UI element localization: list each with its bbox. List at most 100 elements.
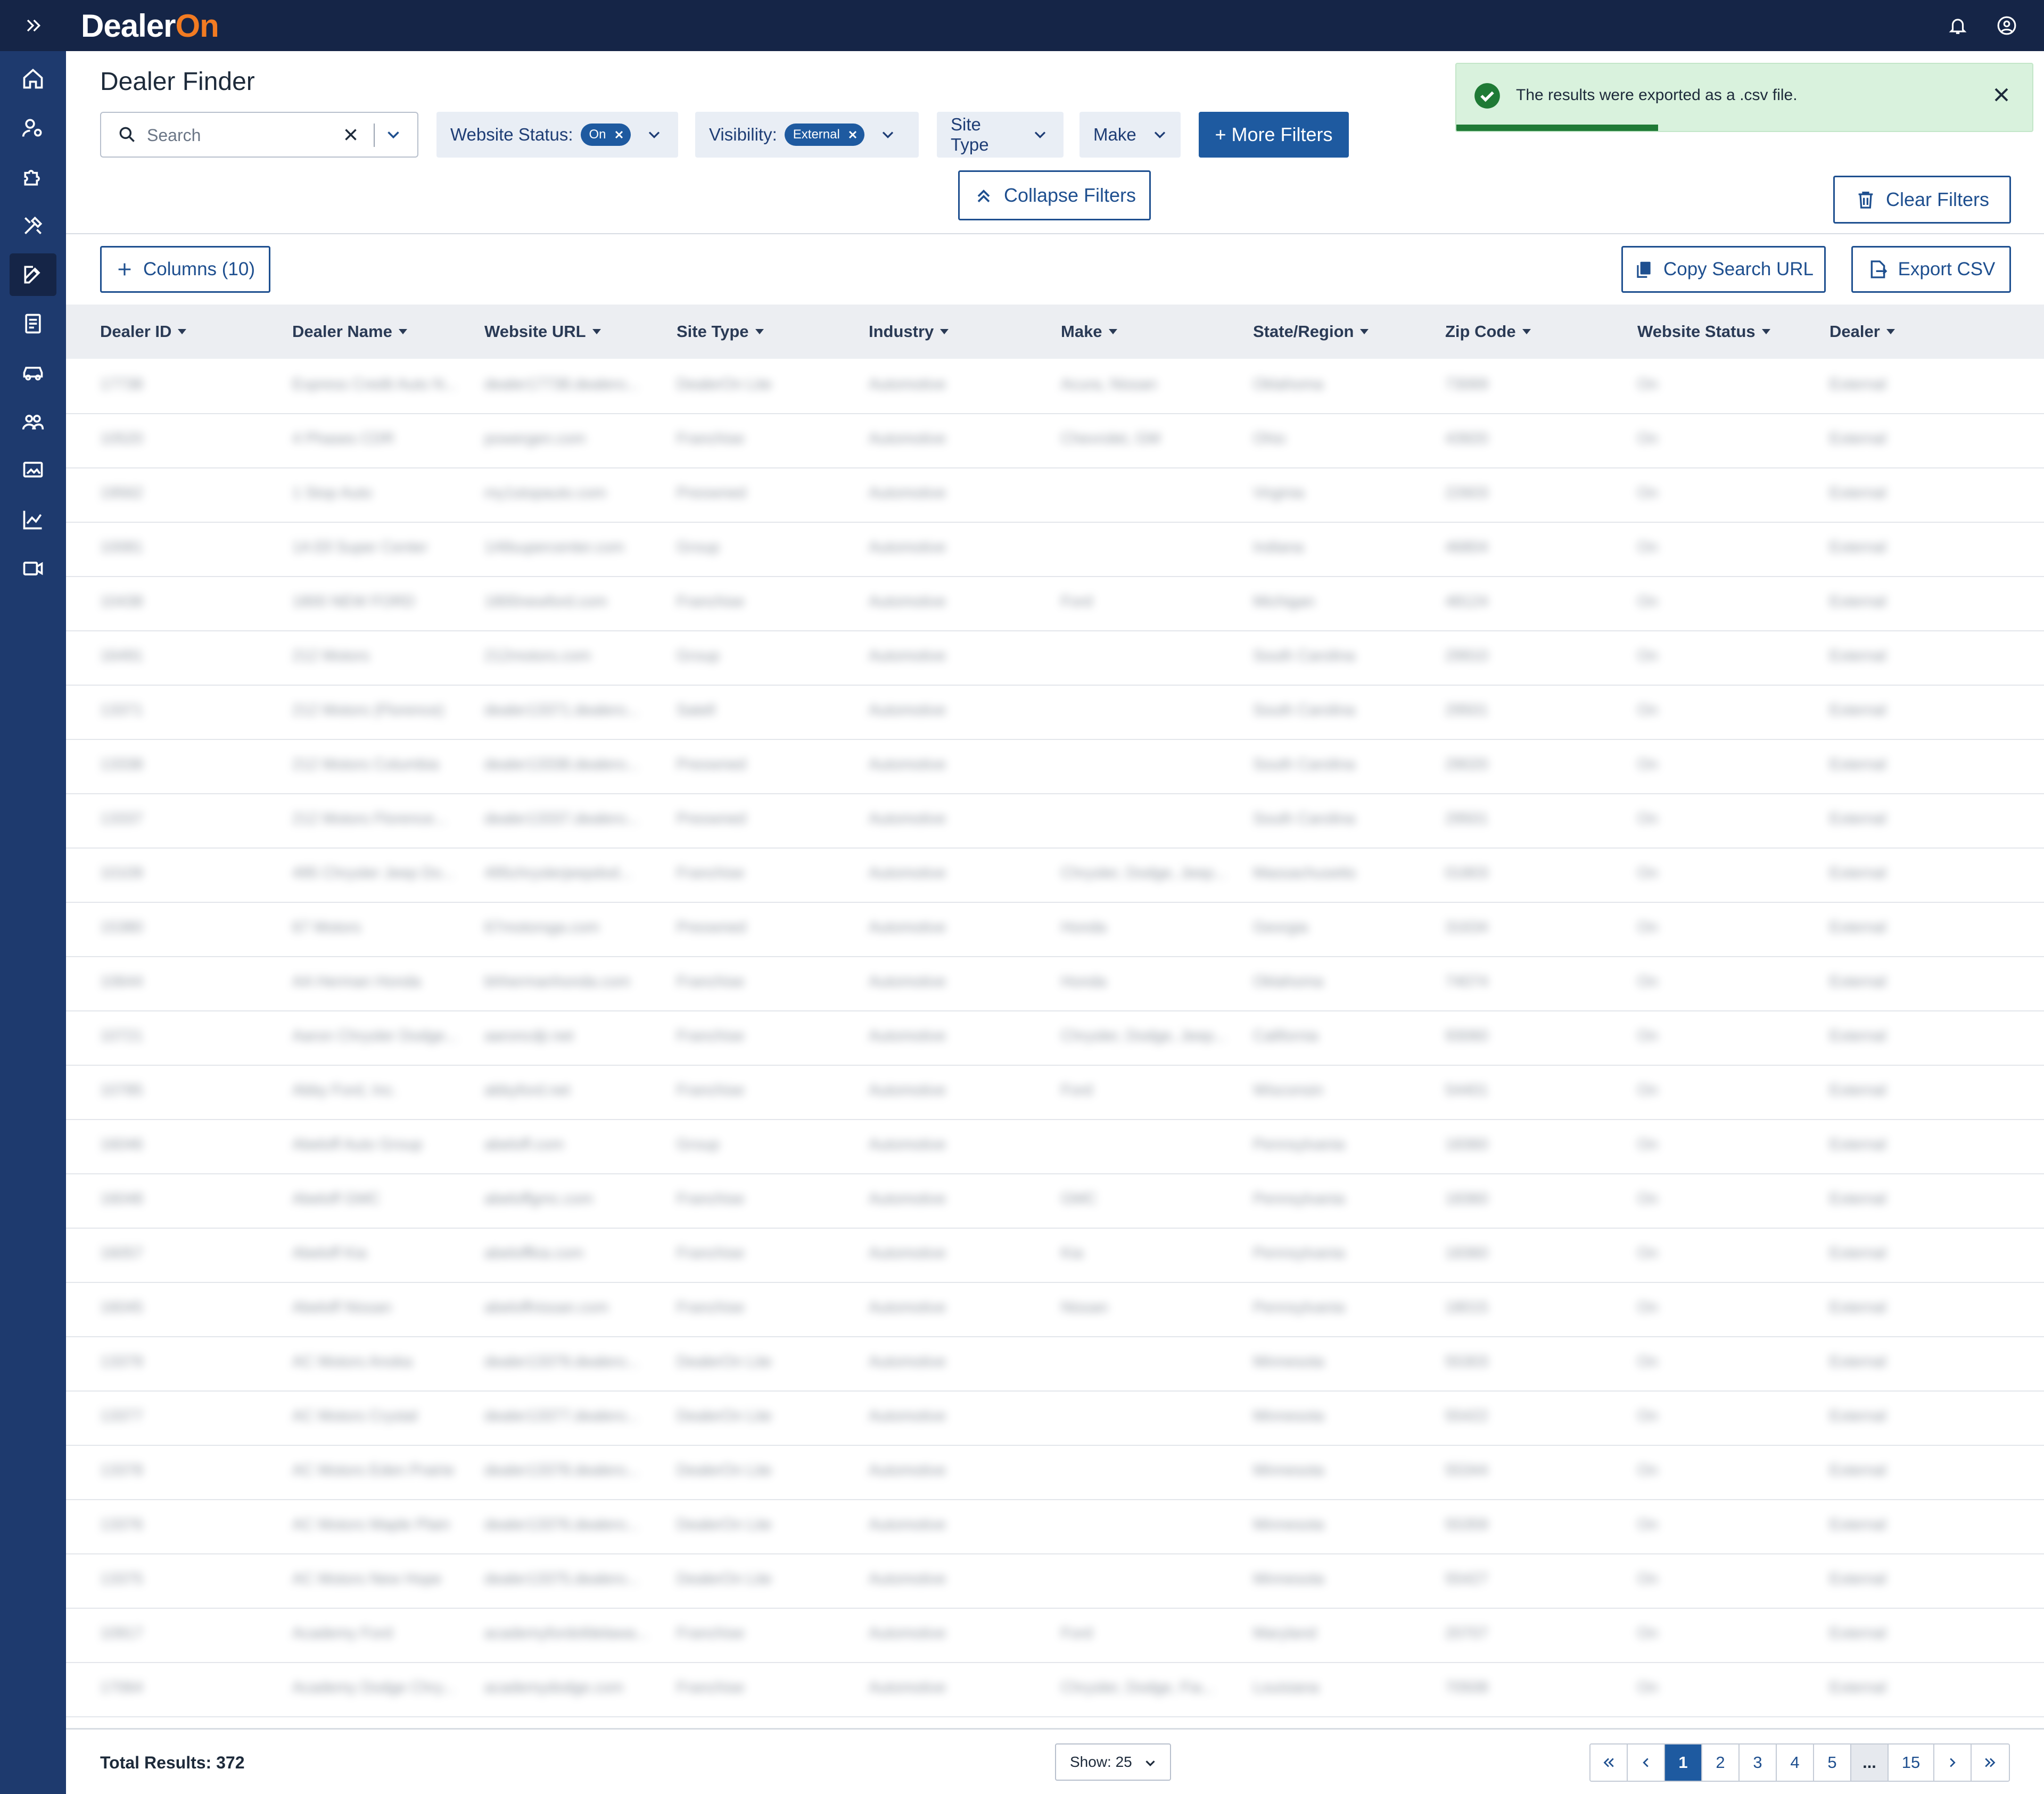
table-cell[interactable]: dealer13337.dealero... (484, 808, 671, 829)
table-cell[interactable]: dealer13338.dealero... (484, 754, 671, 775)
sidebar-item-reports[interactable] (10, 302, 56, 345)
more-filters-button[interactable]: + More Filters (1199, 112, 1349, 158)
page-button-4[interactable]: 4 (1777, 1744, 1814, 1781)
remove-website-status-button[interactable] (613, 128, 625, 141)
page-button-1[interactable]: 1 (1665, 1744, 1702, 1781)
table-cell[interactable]: dealer13378.dealero... (484, 1460, 671, 1481)
column-header-dealer-name[interactable]: Dealer Name (292, 305, 407, 359)
table-cell[interactable]: abbyford.net (484, 1080, 671, 1101)
dealeron-logo[interactable]: Dealer On (81, 4, 219, 47)
table-row[interactable]: 16045 Abeloff Nissan abeloffnissan.com Fran… (66, 1282, 2044, 1337)
table-cell[interactable]: dealer13377.dealero... (484, 1405, 671, 1427)
search-field[interactable] (100, 112, 418, 158)
search-dropdown-toggle[interactable] (383, 125, 403, 147)
remove-visibility-button[interactable] (846, 128, 859, 141)
table-cell[interactable]: abeloffnissan.com (484, 1297, 671, 1318)
sidebar-item-integrations[interactable] (10, 155, 56, 198)
table-cell[interactable]: dealer17738.dealero... (484, 374, 671, 395)
table-row[interactable]: 17064 Academy Dodge Chry... academydodge.c… (66, 1662, 2044, 1717)
user-account-button[interactable] (1994, 13, 2020, 38)
table-row[interactable]: 13379 AC Motors Anoka dealer13379.dealero.… (66, 1336, 2044, 1392)
copy-search-url-button[interactable]: Copy Search URL (1621, 246, 1826, 293)
columns-button[interactable]: Columns (10) (100, 246, 270, 293)
table-cell[interactable]: academyfordofdelawa... (484, 1623, 671, 1644)
previous-page-button[interactable] (1628, 1744, 1665, 1781)
table-row[interactable]: 17738 Express Credit Auto N... dealer17738… (66, 359, 2044, 414)
table-row[interactable]: 10109 495 Chrysler Jeep Do... 495chryslerj… (66, 847, 2044, 903)
sidebar-item-home[interactable] (10, 57, 56, 100)
table-row[interactable]: 13376 AC Motors Maple Plain dealer13376.de… (66, 1499, 2044, 1554)
export-csv-button[interactable]: Export CSV (1851, 246, 2011, 293)
page-button-3[interactable]: 3 (1740, 1744, 1777, 1781)
column-header-website-status[interactable]: Website Status (1637, 305, 1770, 359)
clear-search-button[interactable] (341, 125, 361, 147)
column-header-make[interactable]: Make (1061, 305, 1117, 359)
last-page-button[interactable] (1972, 1744, 2009, 1781)
column-header-state-region[interactable]: State/Region (1253, 305, 1369, 359)
sidebar-item-analytics[interactable] (10, 498, 56, 541)
table-cell[interactable]: 1800newford.com (484, 591, 671, 612)
sidebar-item-inventory[interactable] (10, 351, 56, 394)
table-row[interactable]: 10081 1A Ell Super Center 1Allsupercenter.… (66, 522, 2044, 577)
make-filter[interactable]: Make (1079, 112, 1181, 158)
table-row[interactable]: 13377 AC Motors Crystal dealer13377.dealer… (66, 1390, 2044, 1446)
table-row[interactable]: 10644 AA Herman Honda bhhermanhonda.com Fra… (66, 956, 2044, 1011)
table-cell[interactable]: 67motorsga.com (484, 917, 671, 938)
first-page-button[interactable] (1590, 1744, 1628, 1781)
page-button-2[interactable]: 2 (1702, 1744, 1740, 1781)
table-row[interactable]: 13338 212 Motors Columbia dealer13338.deal… (66, 739, 2044, 794)
next-page-button[interactable] (1934, 1744, 1972, 1781)
table-row[interactable]: 16057 Abeloff Kia abeloffkia.com Franchise A… (66, 1228, 2044, 1283)
table-cell[interactable]: 212motors.com (484, 645, 671, 666)
page-button-5[interactable]: 5 (1814, 1744, 1851, 1781)
table-cell[interactable]: abeloffkia.com (484, 1242, 671, 1264)
table-cell[interactable]: abeloffgmc.com (484, 1188, 671, 1209)
table-row[interactable]: 10721 Aaron Chrysler Dodge... aaroncdjr.ne… (66, 1010, 2044, 1066)
table-cell[interactable]: dealer13376.dealero... (484, 1514, 671, 1535)
table-cell[interactable]: aaroncdjr.net (484, 1025, 671, 1047)
table-cell[interactable]: powergen.com (484, 428, 671, 449)
page-button-15[interactable]: 15 (1889, 1744, 1934, 1781)
table-cell[interactable]: abeloff.com (484, 1134, 671, 1155)
column-header-zip-code[interactable]: Zip Code (1445, 305, 1531, 359)
notifications-button[interactable] (1945, 13, 1971, 38)
column-header-dealer-id[interactable]: Dealer ID (100, 305, 187, 359)
table-cell[interactable]: academydodge.com (484, 1677, 671, 1698)
table-row[interactable]: 13378 AC Motors Eden Prairie dealer13378.d… (66, 1445, 2044, 1500)
table-cell[interactable]: 495chryslerjeepdod... (484, 862, 671, 884)
table-cell[interactable]: dealer13371.dealero... (484, 700, 671, 721)
table-row[interactable]: 19562 1 Stop Auto my1stopauto.com Preowned A… (66, 467, 2044, 523)
expand-sidebar-button[interactable] (0, 0, 66, 51)
sidebar-item-user-settings[interactable] (10, 106, 56, 149)
search-input[interactable] (146, 122, 329, 148)
table-cell[interactable]: bhhermanhonda.com (484, 971, 671, 992)
website-status-filter[interactable]: Website Status: On (436, 112, 678, 158)
column-header-site-type[interactable]: Site Type (677, 305, 764, 359)
sidebar-item-media[interactable] (10, 449, 56, 492)
column-header-website-url[interactable]: Website URL (484, 305, 601, 359)
sidebar-item-editor[interactable] (10, 253, 56, 296)
table-row[interactable]: 16491 212 Motors 212motors.com Group Automot… (66, 630, 2044, 686)
table-cell[interactable]: 1Allsupercenter.com (484, 537, 671, 558)
sidebar-item-users[interactable] (10, 400, 56, 443)
page-size-select[interactable]: Show: 25 (1055, 1743, 1171, 1781)
table-row[interactable]: 10520 4 Phases CDR powergen.com Franchise Au… (66, 413, 2044, 468)
close-toast-button[interactable] (1990, 83, 2013, 109)
clear-filters-button[interactable]: Clear Filters (1833, 176, 2011, 224)
table-row[interactable]: 10917 Academy Ford academyfordofdelawa... F… (66, 1608, 2044, 1663)
table-row[interactable]: 13337 212 Motors Florence... dealer13337.d… (66, 793, 2044, 849)
collapse-filters-button[interactable]: Collapse Filters (958, 170, 1151, 220)
table-cell[interactable]: dealer13375.dealero... (484, 1568, 671, 1590)
sidebar-item-video[interactable] (10, 547, 56, 590)
sidebar-item-tools[interactable] (10, 204, 56, 247)
table-row[interactable]: 13375 AC Motors New Hope dealer13375.deale… (66, 1553, 2044, 1609)
table-row[interactable]: 10785 Abby Ford, Inc. abbyford.net Franchis… (66, 1065, 2044, 1120)
visibility-filter[interactable]: Visibility: External (695, 112, 919, 158)
table-row[interactable]: 10438 1800 NEW FORD 1800newford.com Franchi… (66, 576, 2044, 631)
table-row[interactable]: 13371 212 Motors (Florence) dealer13371.de… (66, 685, 2044, 740)
site-type-filter[interactable]: Site Type (937, 112, 1064, 158)
table-row[interactable]: 16048 Abeloff GMC abeloffgmc.com Franchise A… (66, 1173, 2044, 1229)
table-cell[interactable]: my1stopauto.com (484, 482, 671, 504)
table-row[interactable]: 16046 Abeloff Auto Group abeloff.com Group A… (66, 1119, 2044, 1174)
table-cell[interactable]: dealer13379.dealero... (484, 1351, 671, 1372)
